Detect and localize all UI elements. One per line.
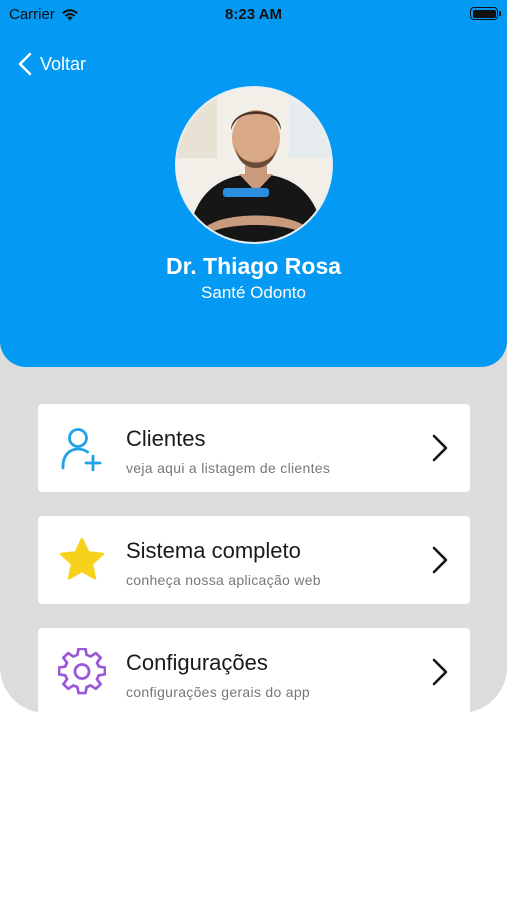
back-label: Voltar bbox=[40, 53, 87, 74]
profile-company: Santé Odonto bbox=[201, 283, 306, 302]
star-icon bbox=[59, 537, 105, 580]
chevron-right-icon bbox=[432, 434, 448, 462]
avatar-photo bbox=[177, 88, 331, 242]
battery-icon bbox=[470, 7, 501, 20]
menu-card-sistema-completo[interactable]: Sistema completo conheça nossa aplicação… bbox=[38, 516, 470, 604]
card-subtitle: veja aqui a listagem de clientes bbox=[126, 460, 331, 476]
status-time: 8:23 AM bbox=[225, 6, 282, 23]
back-button[interactable]: Voltar bbox=[18, 52, 86, 76]
gear-icon bbox=[58, 648, 106, 695]
card-subtitle: configurações gerais do app bbox=[126, 684, 310, 700]
chevron-right-icon bbox=[432, 658, 448, 686]
menu-card-configuracoes[interactable]: Configurações configurações gerais do ap… bbox=[38, 628, 470, 713]
card-title: Sistema completo bbox=[126, 538, 301, 563]
profile-name: Dr. Thiago Rosa bbox=[165, 253, 342, 279]
menu-card-clientes[interactable]: Clientes veja aqui a listagem de cliente… bbox=[38, 404, 470, 492]
user-add-icon bbox=[61, 428, 102, 472]
avatar bbox=[175, 86, 333, 244]
chevron-right-icon bbox=[432, 546, 448, 574]
status-bar: Carrier 8:23 AM bbox=[0, 0, 507, 28]
card-title: Configurações bbox=[126, 650, 268, 675]
card-title: Clientes bbox=[126, 426, 206, 451]
card-subtitle: conheça nossa aplicação web bbox=[126, 572, 321, 588]
chevron-left-icon bbox=[18, 52, 32, 76]
